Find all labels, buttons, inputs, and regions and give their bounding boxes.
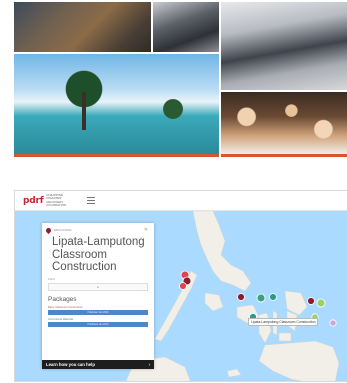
brand-tagline: PHILIPPINE DISASTER RECOVERY FOUNDATION bbox=[46, 192, 67, 207]
chevron-right-icon: › bbox=[148, 362, 150, 367]
relief-goods-photo bbox=[14, 2, 151, 52]
luzon-island bbox=[192, 211, 252, 292]
hamburger-menu-icon[interactable] bbox=[84, 195, 98, 207]
top-bar: pdrf PHILIPPINE DISASTER RECOVERY FOUNDA… bbox=[15, 191, 347, 211]
learn-how-label: Learn how you can help bbox=[46, 362, 95, 367]
beach-photo bbox=[14, 54, 219, 157]
photo-collage bbox=[14, 2, 347, 157]
brand-logo[interactable]: pdrf bbox=[23, 196, 44, 206]
office-photo bbox=[153, 2, 219, 52]
map-marker-mindanao bbox=[329, 319, 337, 327]
map-marker-visayas-5 bbox=[316, 298, 326, 308]
packages-heading: Packages bbox=[48, 295, 77, 303]
palm-trunk bbox=[82, 92, 86, 130]
marker-tooltip: Lipata-Lamputong Classroom Construction bbox=[248, 318, 319, 326]
field-label: Field bbox=[48, 276, 55, 281]
map-marker-visayas-1 bbox=[237, 293, 245, 301]
panel-category: EDUCATION bbox=[54, 228, 72, 232]
sulu-islands bbox=[226, 368, 242, 378]
learn-how-button[interactable]: Learn how you can help › bbox=[42, 360, 154, 369]
land-masses bbox=[125, 211, 340, 381]
mindanao-island bbox=[258, 340, 340, 381]
map-marker-luzon-3 bbox=[179, 282, 187, 290]
map-marker-visayas-3 bbox=[269, 293, 277, 301]
bohol-island bbox=[278, 332, 292, 342]
package-status-bar[interactable]: Published Jan 2016 bbox=[48, 321, 148, 327]
map-app-window: pdrf PHILIPPINE DISASTER RECOVERY FOUNDA… bbox=[14, 190, 347, 382]
mindoro-island bbox=[204, 292, 224, 312]
project-title: Lipata-Lamputong Classroom Construction bbox=[52, 236, 145, 273]
package-label: Basic Classroom Construction bbox=[48, 305, 83, 309]
field-select[interactable]: 1 bbox=[48, 282, 148, 291]
palm-tree-small bbox=[154, 94, 192, 124]
close-icon[interactable]: ✕ bbox=[144, 227, 148, 233]
schoolchildren-photo bbox=[221, 92, 347, 157]
package-label: Instructional Materials bbox=[48, 317, 74, 321]
map-marker-visayas-2 bbox=[256, 293, 266, 303]
computer-class-photo bbox=[221, 2, 347, 90]
project-info-panel: EDUCATION ✕ Lipata-Lamputong Classroom C… bbox=[42, 223, 154, 369]
panel-header: EDUCATION ✕ bbox=[42, 223, 154, 234]
map-marker-visayas-4 bbox=[307, 297, 315, 305]
